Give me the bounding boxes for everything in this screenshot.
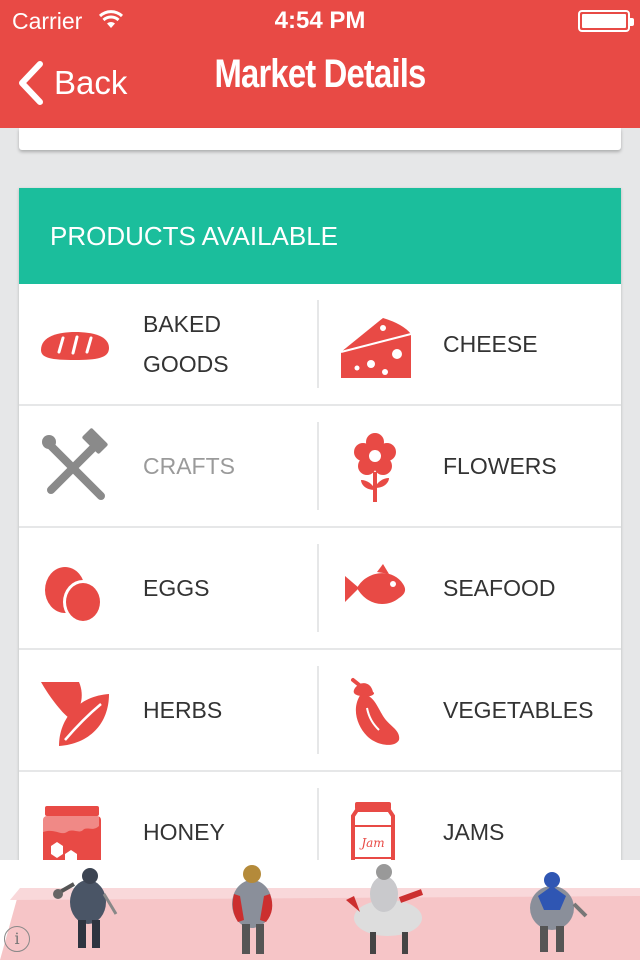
product-eggs[interactable]: EGGS bbox=[19, 528, 319, 648]
product-label: CHEESE bbox=[443, 331, 538, 357]
product-row: HERBS VEGETABLES bbox=[19, 650, 621, 772]
honey-jar-icon bbox=[43, 806, 101, 870]
product-row: EGGS SEAFOOD bbox=[19, 528, 621, 650]
previous-card bbox=[19, 128, 621, 150]
ad-info-icon[interactable]: i bbox=[4, 926, 30, 952]
cheese-icon bbox=[340, 318, 412, 378]
page-title: Market Details bbox=[214, 52, 427, 96]
product-vegetables[interactable]: VEGETABLES bbox=[319, 650, 619, 770]
product-label: SEAFOOD bbox=[443, 575, 556, 601]
navigation-header: Carrier 4:54 PM Back Market Details bbox=[0, 0, 640, 128]
product-crafts[interactable]: CRAFTS bbox=[19, 406, 319, 526]
product-herbs[interactable]: HERBS bbox=[19, 650, 319, 770]
product-label: HONEY bbox=[143, 819, 225, 845]
product-flowers[interactable]: FLOWERS bbox=[319, 406, 619, 526]
product-row: BAKED GOODS CHEESE bbox=[19, 284, 621, 406]
product-label: HERBS bbox=[143, 697, 223, 723]
products-card: PRODUCTS AVAILABLE BAKED GOODS CHEESE CR… bbox=[19, 188, 621, 888]
product-baked-goods[interactable]: BAKED GOODS bbox=[19, 284, 319, 404]
jar-label: Jam bbox=[358, 836, 384, 850]
battery-icon bbox=[578, 10, 634, 32]
clock: 4:54 PM bbox=[274, 7, 366, 34]
product-label: VEGETABLES bbox=[443, 697, 594, 723]
jam-jar-icon: Jam bbox=[351, 802, 395, 870]
chevron-left-icon bbox=[19, 61, 43, 105]
ad-game-artwork bbox=[0, 864, 640, 960]
leaf-icon bbox=[41, 682, 109, 746]
product-label: CRAFTS bbox=[143, 453, 235, 479]
bread-icon bbox=[41, 332, 109, 360]
ad-banner[interactable] bbox=[0, 860, 640, 960]
eggplant-icon bbox=[351, 678, 400, 745]
crafts-tools-icon bbox=[42, 428, 108, 500]
product-label: EGGS bbox=[143, 575, 210, 601]
product-seafood[interactable]: SEAFOOD bbox=[319, 528, 619, 648]
products-heading: PRODUCTS AVAILABLE bbox=[19, 188, 621, 284]
product-label: BAKED GOODS bbox=[143, 311, 229, 377]
product-cheese[interactable]: CHEESE bbox=[319, 284, 619, 404]
flower-icon bbox=[354, 433, 396, 502]
product-row: CRAFTS FLOWERS bbox=[19, 406, 621, 528]
eggs-icon bbox=[45, 567, 103, 624]
status-bar: Carrier 4:54 PM bbox=[0, 0, 640, 40]
product-label: JAMS bbox=[443, 819, 505, 845]
product-label: FLOWERS bbox=[443, 453, 557, 479]
fish-icon bbox=[345, 564, 406, 604]
